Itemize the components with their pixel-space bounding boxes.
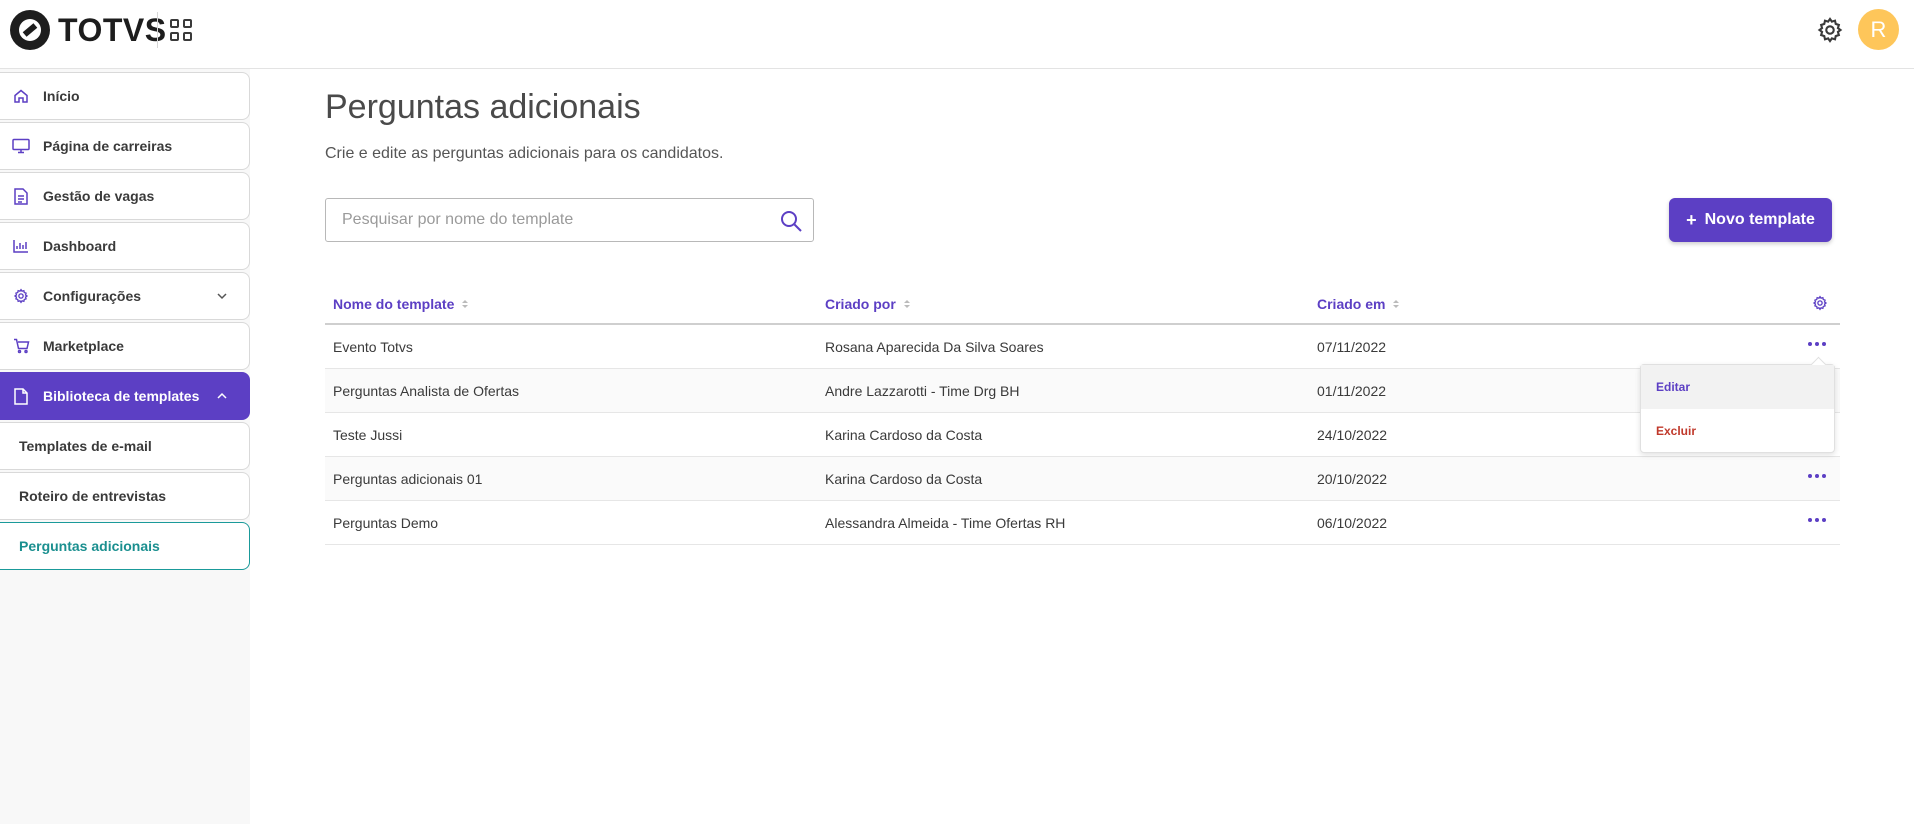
top-header: TOTVS R [0, 0, 1914, 69]
cell-template-name: Perguntas Analista de Ofertas [333, 383, 519, 399]
settings-gear-icon[interactable] [1816, 16, 1844, 44]
cell-author: Andre Lazzarotti - Time Drg BH [825, 383, 1020, 399]
search-icon[interactable] [779, 209, 803, 233]
sidebar-item-dashboard[interactable]: Dashboard [0, 222, 250, 270]
sidebar-subitem-label: Perguntas adicionais [19, 538, 160, 554]
column-header-label: Criado em [1317, 296, 1386, 312]
table-settings-gear-icon[interactable] [1812, 295, 1828, 311]
sidebar-item-marketplace[interactable]: Marketplace [0, 322, 250, 370]
plus-icon: + [1686, 209, 1697, 230]
cell-date: 07/11/2022 [1317, 339, 1387, 355]
cell-date: 01/11/2022 [1317, 383, 1387, 399]
cell-date: 06/10/2022 [1317, 515, 1388, 531]
sidebar-item-configuracoes[interactable]: Configurações [0, 272, 250, 320]
templates-table: Nome do template Criado por Criado em Ev… [325, 282, 1840, 545]
sidebar-item-label: Configurações [43, 288, 142, 304]
column-header-label: Criado por [825, 296, 896, 312]
table-header: Nome do template Criado por Criado em [325, 282, 1840, 325]
sidebar-item-gestao-de-vagas[interactable]: Gestão de vagas [0, 172, 250, 220]
cart-icon [12, 337, 30, 355]
brand-name: TOTVS [58, 11, 167, 48]
cell-author: Rosana Aparecida Da Silva Soares [825, 339, 1044, 355]
cell-template-name: Teste Jussi [333, 427, 403, 443]
bar-chart-icon [12, 237, 30, 255]
new-template-label: Novo template [1704, 211, 1815, 228]
sidebar-item-label: Gestão de vagas [43, 188, 155, 204]
column-header-criado-por[interactable]: Criado por [825, 296, 910, 312]
chevron-up-icon [217, 392, 227, 399]
home-icon [12, 87, 30, 105]
column-header-criado-em[interactable]: Criado em [1317, 296, 1400, 312]
more-actions-icon[interactable] [1808, 337, 1828, 351]
sort-icon [462, 300, 469, 308]
column-header-nome[interactable]: Nome do template [333, 296, 469, 312]
table-row[interactable]: Perguntas adicionais 01 Karina Cardoso d… [325, 457, 1840, 501]
cell-author: Alessandra Almeida - Time Ofertas RH [825, 515, 1066, 531]
delete-menu-item[interactable]: Excluir [1641, 409, 1834, 453]
table-row[interactable]: Perguntas Demo Alessandra Almeida - Time… [325, 501, 1840, 545]
cell-template-name: Perguntas Demo [333, 515, 439, 531]
header-divider [157, 12, 158, 48]
sidebar-item-label: Dashboard [43, 238, 117, 254]
file-icon [12, 387, 30, 405]
sidebar-item-inicio[interactable]: Início [0, 72, 250, 120]
cell-template-name: Perguntas adicionais 01 [333, 471, 483, 487]
row-actions-menu: Editar Excluir [1640, 364, 1835, 453]
page-title: Perguntas adicionais [325, 88, 641, 126]
sidebar: Início Página de carreiras Gestão de vag… [0, 69, 250, 824]
cell-author: Karina Cardoso da Costa [825, 427, 983, 443]
cell-template-name: Evento Totvs [333, 339, 413, 355]
totvs-logo-icon [10, 10, 50, 50]
search-box [325, 198, 814, 242]
new-template-button[interactable]: + Novo template [1669, 198, 1832, 242]
table-row[interactable]: Teste Jussi Karina Cardoso da Costa 24/1… [325, 413, 1840, 457]
more-actions-icon[interactable] [1808, 513, 1828, 527]
gear-icon [12, 287, 30, 305]
sidebar-subitem-perguntas-adicionais[interactable]: Perguntas adicionais [0, 522, 250, 570]
sidebar-item-pagina-de-carreiras[interactable]: Página de carreiras [0, 122, 250, 170]
sidebar-item-label: Início [43, 88, 80, 104]
table-row[interactable]: Perguntas Analista de Ofertas Andre Lazz… [325, 369, 1840, 413]
sort-icon [903, 300, 910, 308]
page-subtitle: Crie e edite as perguntas adicionais par… [325, 145, 724, 162]
column-header-label: Nome do template [333, 296, 455, 312]
more-actions-icon[interactable] [1808, 469, 1828, 483]
sidebar-subitem-label: Templates de e-mail [19, 438, 152, 454]
chevron-down-icon [217, 293, 227, 300]
sidebar-subitem-roteiro-de-entrevistas[interactable]: Roteiro de entrevistas [0, 472, 250, 520]
user-avatar[interactable]: R [1858, 9, 1899, 50]
edit-menu-item[interactable]: Editar [1641, 365, 1834, 409]
search-input[interactable] [342, 199, 772, 241]
sidebar-subitem-templates-de-email[interactable]: Templates de e-mail [0, 422, 250, 470]
sidebar-item-label: Página de carreiras [43, 138, 173, 154]
monitor-icon [12, 137, 30, 155]
cell-author: Karina Cardoso da Costa [825, 471, 983, 487]
sort-icon [1393, 300, 1400, 308]
table-row[interactable]: Evento Totvs Rosana Aparecida Da Silva S… [325, 325, 1840, 369]
cell-date: 24/10/2022 [1317, 427, 1388, 443]
totvs-logo[interactable]: TOTVS [10, 10, 167, 50]
sidebar-item-biblioteca-de-templates[interactable]: Biblioteca de templates [0, 372, 250, 420]
apps-grid-icon[interactable] [170, 19, 192, 41]
sidebar-subitem-label: Roteiro de entrevistas [19, 488, 167, 504]
sidebar-item-label: Biblioteca de templates [43, 388, 200, 404]
sidebar-item-label: Marketplace [43, 338, 124, 354]
cell-date: 20/10/2022 [1317, 471, 1388, 487]
document-icon [12, 187, 30, 205]
